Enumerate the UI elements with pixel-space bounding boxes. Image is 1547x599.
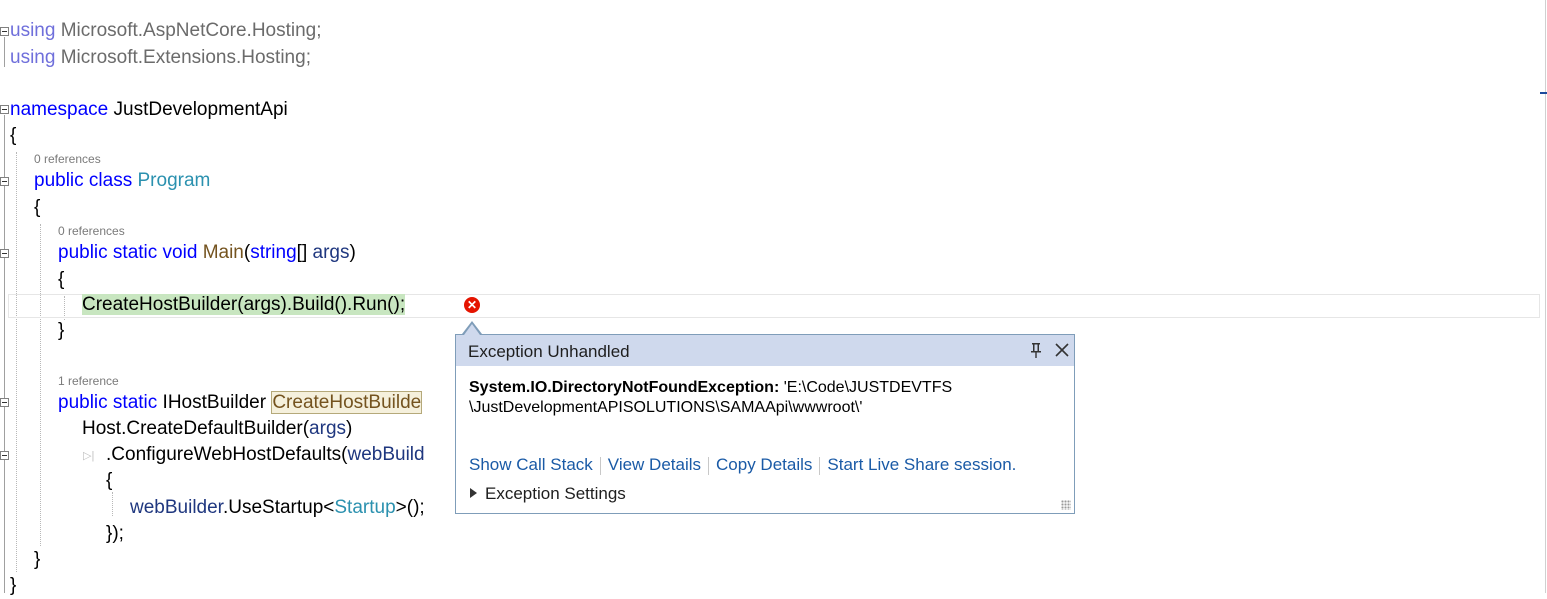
code-line-class[interactable]: public class Program xyxy=(34,168,210,194)
fold-line xyxy=(4,115,5,593)
param-name: args xyxy=(312,242,350,263)
code-line-usestartup[interactable]: webBuilder.UseStartup<Startup>(); xyxy=(130,495,425,521)
method-name: Main xyxy=(202,242,244,263)
keyword: using xyxy=(10,20,56,41)
error-icon[interactable]: ✕ xyxy=(464,297,480,313)
collapse-method-icon[interactable] xyxy=(0,398,9,407)
separator xyxy=(599,456,601,475)
collapse-namespace-icon[interactable] xyxy=(0,105,9,114)
code-line-current-statement[interactable]: CreateHostBuilder(args).Build().Run(); xyxy=(82,292,406,318)
indent-guide xyxy=(112,492,113,516)
method-name-reference-highlight: CreateHostBuilde xyxy=(271,391,423,414)
code-text: Host.CreateDefaultBuilder( xyxy=(82,418,310,439)
param-name: args xyxy=(309,418,347,439)
collapse-class-icon[interactable] xyxy=(0,177,9,186)
separator xyxy=(708,456,710,475)
exception-settings-toggle[interactable]: Exception Settings xyxy=(470,484,626,504)
code-line-configure[interactable]: .ConfigureWebHostDefaults(webBuild xyxy=(106,442,425,468)
scrollbar-marker xyxy=(1540,92,1547,94)
view-details-link[interactable]: View Details xyxy=(608,455,701,474)
exception-type: System.IO.DirectoryNotFoundException: xyxy=(469,379,780,396)
code-line-main[interactable]: public static void Main(string[] args) xyxy=(58,240,356,266)
code-line-brace[interactable]: { xyxy=(10,123,16,149)
code-text: ) xyxy=(346,418,353,439)
indent-guide xyxy=(16,152,17,572)
expand-triangle-icon xyxy=(470,488,477,498)
brackets: [] xyxy=(296,242,313,263)
close-icon[interactable] xyxy=(1053,341,1071,359)
namespace-name: JustDevelopmentApi xyxy=(108,99,288,120)
codelens-references[interactable]: 0 references xyxy=(34,152,101,166)
resize-grip-icon[interactable] xyxy=(1061,500,1071,510)
keyword: namespace xyxy=(10,99,109,120)
separator xyxy=(819,456,821,475)
scrollbar-track[interactable] xyxy=(1545,0,1546,593)
paren: ) xyxy=(349,242,356,263)
namespace-text: Microsoft.AspNetCore.Hosting; xyxy=(55,20,322,41)
return-type: IHostBuilder xyxy=(157,392,272,413)
code-text: .ConfigureWebHostDefaults( xyxy=(106,444,348,465)
current-statement-highlight: CreateHostBuilder(args).Build().Run(); xyxy=(82,294,406,315)
code-line-host[interactable]: Host.CreateDefaultBuilder(args) xyxy=(82,416,352,442)
action-links: Show Call Stack View Details Copy Details S… xyxy=(469,455,1016,475)
code-line-brace[interactable]: } xyxy=(34,547,40,573)
code-line-brace[interactable]: { xyxy=(58,267,64,293)
collapse-main-icon[interactable] xyxy=(0,249,9,258)
param-name: webBuild xyxy=(347,444,425,465)
code-line-using-2[interactable]: using Microsoft.Extensions.Hosting; xyxy=(10,45,311,71)
collapse-lambda-icon[interactable] xyxy=(0,451,9,460)
keyword: using xyxy=(10,47,56,68)
namespace-text: Microsoft.Extensions.Hosting; xyxy=(55,47,311,68)
codelens-references[interactable]: 0 references xyxy=(58,224,125,238)
popup-title: Exception Unhandled xyxy=(468,342,630,361)
code-line-brace[interactable]: { xyxy=(106,468,112,494)
copy-details-link[interactable]: Copy Details xyxy=(716,455,812,474)
code-line-brace[interactable]: }); xyxy=(106,521,124,547)
keyword: public class xyxy=(34,170,133,191)
class-name: Program xyxy=(137,170,211,191)
exception-popup: Exception Unhandled System.IO.DirectoryN… xyxy=(455,334,1075,514)
collapse-using-icon[interactable] xyxy=(0,27,9,36)
popup-header[interactable]: Exception Unhandled xyxy=(456,335,1074,366)
keyword: string xyxy=(250,242,297,263)
keyword: public static void xyxy=(58,242,198,263)
code-text: .UseStartup< xyxy=(222,497,335,518)
class-name: Startup xyxy=(334,497,396,518)
codelens-references[interactable]: 1 reference xyxy=(58,374,119,388)
code-text: >(); xyxy=(395,497,425,518)
code-line-createhostbuilder[interactable]: public static IHostBuilder CreateHostBui… xyxy=(58,390,423,416)
expand-arrow-icon[interactable]: ▷| xyxy=(83,449,94,462)
indent-guide xyxy=(40,224,41,546)
code-line-brace[interactable]: } xyxy=(10,573,16,599)
code-line-using-1[interactable]: using Microsoft.AspNetCore.Hosting; xyxy=(10,18,322,44)
show-call-stack-link[interactable]: Show Call Stack xyxy=(469,455,593,474)
code-line-namespace[interactable]: namespace JustDevelopmentApi xyxy=(10,97,288,123)
start-live-share-link[interactable]: Start Live Share session. xyxy=(827,455,1016,474)
exception-message: System.IO.DirectoryNotFoundException: 'E… xyxy=(469,378,1059,418)
fold-line xyxy=(4,37,5,67)
exception-settings-label: Exception Settings xyxy=(485,484,626,503)
code-line-brace[interactable]: } xyxy=(58,318,64,344)
code-line-brace[interactable]: { xyxy=(34,195,40,221)
popup-pointer-fill xyxy=(464,324,480,335)
pin-icon[interactable] xyxy=(1029,341,1043,359)
keyword: public static xyxy=(58,392,158,413)
param-name: webBuilder xyxy=(130,497,223,518)
